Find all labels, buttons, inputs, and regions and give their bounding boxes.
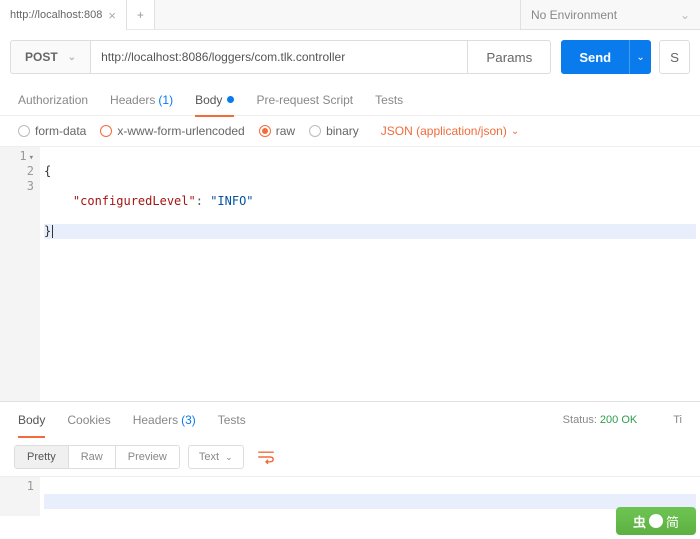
response-view-mode: Pretty Raw Preview [14,445,180,469]
radio-form-data[interactable]: form-data [18,124,86,138]
response-headers-count: (3) [181,413,196,427]
code-area[interactable] [40,477,700,516]
tab-tests[interactable]: Tests [375,84,403,116]
wrap-icon [258,450,274,464]
radio-icon [309,125,321,137]
environment-label: No Environment [531,8,617,22]
response-time: Ti [673,414,682,426]
spacer [155,0,520,29]
response-body-editor[interactable]: 1 [0,476,700,516]
chevron-down-icon: ⌄ [225,452,233,463]
http-method-value: POST [25,50,58,64]
chevron-down-icon: ⌄ [68,52,76,63]
wrap-lines-button[interactable] [252,444,280,470]
view-raw-button[interactable]: Raw [69,446,115,468]
line-gutter: 1▾ 2 3 [0,147,40,401]
save-button[interactable]: S [659,40,690,74]
text-cursor [52,225,53,238]
content-type-select[interactable]: JSON (application/json) ⌄ [381,124,519,138]
code-area[interactable]: { "configuredLevel": "INFO" } [40,147,700,401]
headers-count: (1) [158,93,173,107]
request-body-editor[interactable]: 1▾ 2 3 { "configuredLevel": "INFO" } [0,146,700,401]
response-format-select[interactable]: Text ⌄ [188,445,244,469]
radio-icon [18,125,30,137]
chevron-down-icon: ⌄ [636,52,644,63]
response-status: Status:200 OK [563,414,638,426]
tab-body[interactable]: Body [195,84,234,116]
response-tab-tests[interactable]: Tests [218,402,246,438]
tab-prerequest[interactable]: Pre-request Script [256,84,353,116]
close-icon[interactable]: × [108,8,116,23]
view-pretty-button[interactable]: Pretty [15,446,68,468]
request-tab-title: http://localhost:808 [10,9,102,21]
chevron-down-icon: ⌄ [511,126,519,137]
send-button[interactable]: Send [561,40,629,74]
response-tab-cookies[interactable]: Cookies [67,402,110,438]
view-preview-button[interactable]: Preview [116,446,179,468]
radio-urlencoded[interactable]: x-www-form-urlencoded [100,124,244,138]
response-tab-body[interactable]: Body [18,402,45,438]
response-tab-headers[interactable]: Headers (3) [133,402,196,438]
radio-icon [100,125,112,137]
tab-authorization[interactable]: Authorization [18,84,88,116]
modified-indicator-icon [227,96,234,103]
radio-binary[interactable]: binary [309,124,359,138]
radio-icon [259,125,271,137]
add-tab-button[interactable]: + [127,0,155,29]
line-gutter: 1 [0,477,40,516]
request-tab[interactable]: http://localhost:808 × [0,0,127,30]
watermark-badge: 虫 简 [616,507,696,535]
fold-icon: ▾ [29,153,34,163]
http-method-select[interactable]: POST ⌄ [10,40,91,74]
send-dropdown[interactable]: ⌄ [629,40,651,74]
radio-raw[interactable]: raw [259,124,295,138]
chevron-down-icon: ⌄ [680,8,690,22]
tab-headers[interactable]: Headers (1) [110,84,173,116]
environment-select[interactable]: No Environment ⌄ [520,0,700,30]
url-input[interactable] [91,40,468,74]
params-button[interactable]: Params [468,40,551,74]
